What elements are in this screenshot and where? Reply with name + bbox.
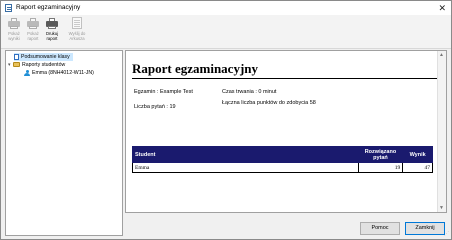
folder-icon	[13, 62, 20, 68]
student-name-cell: Emma	[132, 162, 359, 173]
close-window-button[interactable]: ✕	[438, 2, 446, 14]
table-header-row: Student Rozwiązano pytań Wynik	[132, 146, 433, 163]
scroll-down-icon[interactable]: ▼	[439, 205, 444, 211]
resize-grip-icon[interactable]: ⋰	[444, 231, 449, 237]
send-to-spreadsheet-button[interactable]: Wyślij do Arkusza	[65, 17, 89, 47]
document-icon	[14, 53, 19, 60]
printer-icon	[26, 17, 40, 30]
show-report-button[interactable]: Pokaż raport	[23, 17, 43, 47]
exam-name: Egzamin : Example Test	[134, 89, 193, 95]
send-to-spreadsheet-label: Wyślij do Arkusza	[68, 31, 86, 41]
title-bar: Raport egzaminacyjny ✕	[1, 1, 451, 15]
tree-item-student-reports[interactable]: ▾ Raporty studentów	[8, 61, 65, 69]
solved-cell: 19	[357, 162, 404, 173]
tree-item-class-summary[interactable]: Podsumowanie klasy	[14, 53, 73, 61]
toolbar: Pokaż wyniki Pokaż raport Drukuj raport …	[1, 15, 451, 49]
exam-duration: Czas trwania : 0 minut	[222, 89, 277, 95]
report-view: Raport egzaminacyjny Egzamin : Example T…	[125, 50, 447, 213]
help-button[interactable]: Pomoc	[360, 222, 400, 235]
show-report-label: Pokaż raport	[27, 31, 39, 41]
window-title: Raport egzaminacyjny	[16, 4, 81, 11]
printer-icon	[45, 17, 59, 30]
user-icon	[24, 69, 30, 76]
show-results-button[interactable]: Pokaż wyniki	[4, 17, 24, 47]
scroll-up-icon[interactable]: ▲	[439, 52, 444, 58]
question-count: Liczba pytań : 19	[134, 104, 176, 110]
column-header-student: Student	[132, 146, 359, 163]
report-tree: Podsumowanie klasy ▾ Raporty studentów Em…	[5, 50, 123, 236]
table-row: Emma 19 47	[132, 162, 433, 173]
column-header-score: Wynik	[402, 146, 433, 163]
tree-item-student-emma[interactable]: Emma (8NH4012-W11-JN)	[24, 69, 94, 77]
vertical-scrollbar[interactable]: ▲ ▼	[437, 51, 446, 212]
total-points: Łączna liczba punktów do zdobycia 58	[222, 100, 316, 106]
spreadsheet-icon	[70, 17, 84, 30]
results-table: Student Rozwiązano pytań Wynik Emma 19 4…	[132, 146, 433, 173]
printer-icon	[7, 17, 21, 30]
close-button[interactable]: Zamknij	[405, 222, 445, 235]
print-report-label: Drukuj raport	[45, 31, 59, 41]
report-title: Raport egzaminacyjny	[132, 61, 259, 76]
score-cell: 47	[402, 162, 433, 173]
tree-item-label: Raporty studentów	[22, 62, 66, 68]
column-header-solved: Rozwiązano pytań	[357, 146, 404, 163]
tree-item-label: Emma (8NH4012-W11-JN)	[32, 70, 94, 76]
title-divider	[132, 78, 439, 79]
tree-item-label: Podsumowanie klasy	[21, 54, 70, 60]
print-report-button[interactable]: Drukuj raport	[42, 17, 62, 47]
report-window: Raport egzaminacyjny ✕ Pokaż wyniki Poka…	[0, 0, 452, 240]
app-icon	[5, 4, 12, 12]
show-results-label: Pokaż wyniki	[8, 31, 20, 41]
